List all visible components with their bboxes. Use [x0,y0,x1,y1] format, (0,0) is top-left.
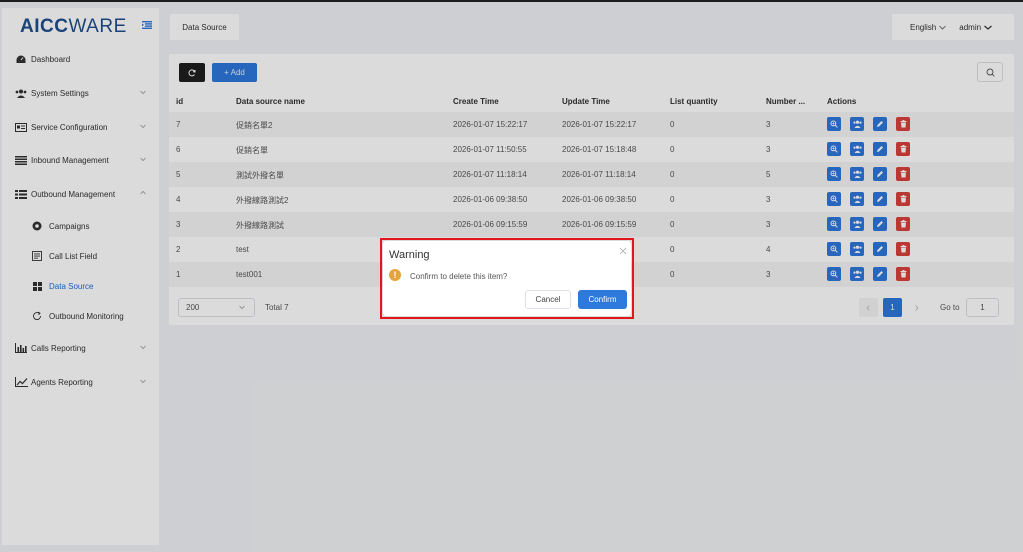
dialog-message: Confirm to delete this item? [410,272,508,281]
dialog-title: Warning [389,249,430,261]
cancel-button[interactable]: Cancel [525,290,571,309]
confirm-button[interactable]: Confirm [578,290,627,309]
warning-dialog: Warning ! Confirm to delete this item? C… [383,241,631,316]
close-icon[interactable] [619,247,627,255]
warning-icon: ! [389,269,401,281]
